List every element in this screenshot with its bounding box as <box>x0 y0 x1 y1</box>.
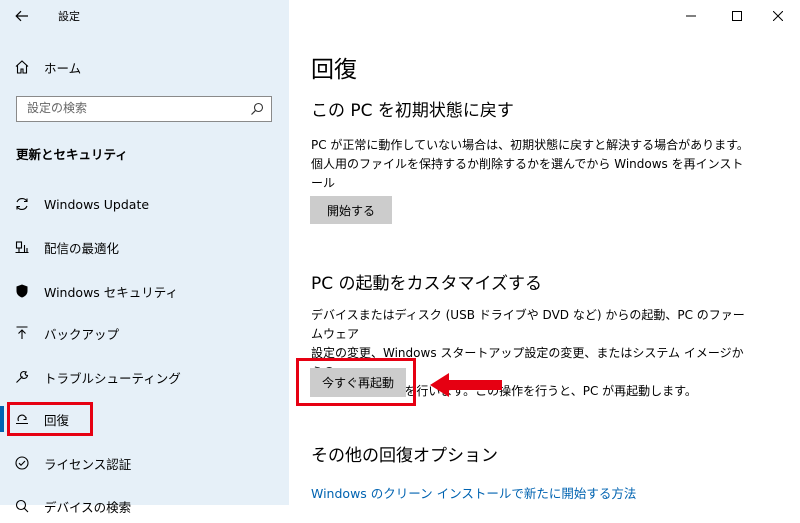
search-icon[interactable] <box>250 102 264 116</box>
wrench-icon <box>16 370 29 383</box>
minimize-icon <box>686 15 696 17</box>
maximize-icon <box>732 11 742 21</box>
sidebar-item-home[interactable]: ホーム <box>0 50 289 84</box>
sidebar-item-label: バックアップ <box>44 326 120 342</box>
sidebar-item-activation[interactable]: ライセンス認証 <box>0 446 289 480</box>
check-circle-icon <box>15 456 29 470</box>
sidebar: 設定 ホーム 更新とセキュリティ Windows Update 配信の最適化 W… <box>0 0 289 515</box>
sidebar-item-label: 配信の最適化 <box>44 240 120 256</box>
sidebar-item-label: Windows Update <box>44 196 150 212</box>
sidebar-item-label: トラブルシューティング <box>44 370 181 386</box>
section-title: 更新とセキュリティ <box>16 147 128 162</box>
sidebar-item-backup[interactable]: バックアップ <box>0 316 289 350</box>
restart-now-button[interactable]: 今すぐ再起動 <box>310 368 406 397</box>
sidebar-item-troubleshoot[interactable]: トラブルシューティング <box>0 360 289 394</box>
sidebar-item-label: デバイスの検索 <box>44 499 132 515</box>
shield-icon <box>16 284 28 298</box>
backup-icon <box>16 326 28 339</box>
sidebar-item-windows-update[interactable]: Windows Update <box>0 187 289 221</box>
recovery-highlight-box <box>7 402 93 436</box>
search-box[interactable] <box>16 96 272 122</box>
home-icon <box>15 60 29 74</box>
app-title: 設定 <box>58 10 80 23</box>
close-button[interactable] <box>766 4 790 28</box>
maximize-button[interactable] <box>725 4 749 28</box>
back-arrow-icon <box>15 10 28 22</box>
advanced-startup-heading: PC の起動をカスタマイズする <box>311 274 543 294</box>
main-content: 回復 この PC を初期状態に戻す PC が正常に動作していない場合は、初期状態… <box>289 0 800 505</box>
sync-icon <box>16 198 28 210</box>
page-title: 回復 <box>311 57 357 83</box>
sidebar-item-find-device[interactable]: デバイスの検索 <box>0 489 289 523</box>
find-device-icon <box>15 499 29 513</box>
sidebar-item-delivery-optimization[interactable]: 配信の最適化 <box>0 230 289 264</box>
more-options-heading: その他の回復オプション <box>311 446 498 466</box>
reset-heading: この PC を初期状態に戻す <box>311 101 514 121</box>
sidebar-item-label: ライセンス認証 <box>44 456 132 472</box>
sidebar-item-label: ホーム <box>44 60 82 76</box>
clean-install-link[interactable]: Windows のクリーン インストールで新たに開始する方法 <box>311 483 636 502</box>
reset-start-button[interactable]: 開始する <box>310 196 392 224</box>
red-arrow-icon <box>430 373 502 397</box>
sidebar-item-windows-security[interactable]: Windows セキュリティ <box>0 274 289 308</box>
delivery-optimization-icon <box>15 241 29 254</box>
minimize-button[interactable] <box>679 4 703 28</box>
search-input[interactable] <box>27 97 247 119</box>
close-icon <box>773 11 783 21</box>
back-button[interactable] <box>10 4 34 28</box>
sidebar-item-label: Windows セキュリティ <box>44 284 179 300</box>
